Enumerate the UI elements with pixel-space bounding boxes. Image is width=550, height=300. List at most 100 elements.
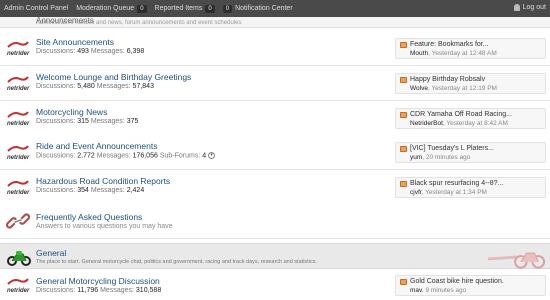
last-post-title[interactable]: Happy Birthday Robsalv xyxy=(410,76,485,83)
moderation-queue-link[interactable]: Moderation Queue 0 xyxy=(76,4,147,13)
svg-text:netrider: netrider xyxy=(7,288,30,294)
last-post-box[interactable]: Gold Coast bike hire question. mav, 9 mi… xyxy=(395,275,546,296)
last-post-user[interactable]: yum xyxy=(410,154,422,161)
last-post-user[interactable]: cjvfr xyxy=(410,189,422,196)
last-post-user[interactable]: Wolve xyxy=(410,85,428,92)
netrider-logo-icon: netrider xyxy=(7,76,30,92)
last-post-box[interactable]: [VIC] Tuesday's L Platers... yum, 20 minu… xyxy=(395,142,546,163)
messages-label: Messages: xyxy=(90,48,125,55)
thread-icon xyxy=(400,181,407,187)
forum-title[interactable]: Motorcycling News xyxy=(36,107,107,117)
faq-desc: Answers to various questions you may hav… xyxy=(36,223,173,230)
discussions-count: 493 xyxy=(77,48,89,55)
notification-center-label: Notification Center xyxy=(235,4,293,12)
faq-title[interactable]: Frequently Asked Questions xyxy=(36,212,142,222)
messages-count: 2,424 xyxy=(126,187,145,194)
last-post-title[interactable]: CDR Yamaha Off Road Racing... xyxy=(410,111,512,118)
admin-bar: Admin Control Panel Moderation Queue 0 Re… xyxy=(0,0,550,17)
last-post-meta: cjvfr, Yesterday at 1:34 PM xyxy=(410,189,487,196)
last-post-title[interactable]: Black spur resurfacing 4--8?... xyxy=(410,180,503,187)
last-post-time: Yesterday at 12:48 AM xyxy=(431,50,497,57)
last-post-meta: Wolve, Yesterday at 12:19 PM xyxy=(410,85,497,92)
thread-icon xyxy=(400,279,407,285)
category-general: General The place to start. General moto… xyxy=(0,243,550,269)
forum-node-general-motorcycling: netrider General Motorcycling Discussion… xyxy=(0,270,550,300)
reported-items-count: 0 xyxy=(205,4,215,13)
last-post-user[interactable]: mav xyxy=(410,287,422,294)
svg-text:netrider: netrider xyxy=(7,155,30,161)
discussions-count: 2,772 xyxy=(77,152,95,160)
category-desc: The place to start. General motorcycle c… xyxy=(36,259,317,265)
last-post-time: 20 minutes ago xyxy=(425,154,471,161)
thread-icon xyxy=(400,112,407,118)
messages-count: 310,588 xyxy=(135,287,162,294)
forum-title[interactable]: Ride and Event Announcements xyxy=(36,141,157,151)
forum-node: netrider Welcome Lounge and Birthday Gree… xyxy=(0,66,550,101)
last-post-meta: Mouth, Yesterday at 12:48 AM xyxy=(410,50,497,57)
discussions-label: Discussions: xyxy=(36,118,76,125)
discussions-count: 5,480 xyxy=(77,83,95,90)
svg-text:netrider: netrider xyxy=(7,86,30,92)
subforums-label: Sub-Forums: xyxy=(159,152,201,160)
forum-title[interactable]: Hazardous Road Condition Reports xyxy=(36,176,170,186)
forum-title[interactable]: General Motorcycling Discussion xyxy=(36,276,160,286)
forum-stats: Discussions: 493 Messages: 6,398 xyxy=(36,48,144,55)
discussions-label: Discussions: xyxy=(36,83,76,90)
notification-center-count: 0 xyxy=(222,4,233,13)
svg-text:netrider: netrider xyxy=(7,121,30,127)
logout-link[interactable]: Log out xyxy=(513,4,546,11)
thread-icon xyxy=(400,42,407,48)
messages-count: 176,056 xyxy=(132,152,158,160)
thread-icon xyxy=(400,146,407,152)
discussions-count: 315 xyxy=(77,118,89,125)
announcements-title[interactable]: Announcements xyxy=(36,16,94,25)
discussions-count: 11,796 xyxy=(77,287,99,294)
messages-count: 375 xyxy=(126,118,139,125)
messages-count: 6,398 xyxy=(126,48,145,55)
last-post-title[interactable]: [VIC] Tuesday's L Platers... xyxy=(410,145,494,152)
discussions-label: Discussions: xyxy=(36,187,76,194)
netrider-logo-icon: netrider xyxy=(7,278,30,294)
last-post-box[interactable]: Happy Birthday Robsalv Wolve, Yesterday a… xyxy=(395,73,546,94)
reported-items-link[interactable]: Reported Items 0 xyxy=(155,4,215,13)
category-title[interactable]: General xyxy=(36,248,66,258)
last-post-box[interactable]: Feature: Bookmarks for... Mouth, Yesterda… xyxy=(395,38,546,59)
logout-label: Log out xyxy=(522,4,546,11)
last-post-meta: NetriderBot, Yesterday at 8:42 AM xyxy=(410,120,508,127)
svg-text:netrider: netrider xyxy=(7,51,30,57)
last-post-time: Yesterday at 1:34 PM xyxy=(425,189,487,196)
green-motorcycle-icon xyxy=(7,251,31,266)
last-post-user[interactable]: NetriderBot xyxy=(410,120,443,127)
last-post-title[interactable]: Feature: Bookmarks for... xyxy=(410,41,489,48)
discussions-label: Discussions: xyxy=(36,152,76,160)
category-banner-motorcycle-icon xyxy=(488,252,546,269)
last-post-time: Yesterday at 8:42 AM xyxy=(446,120,508,127)
discussions-label: Discussions: xyxy=(36,48,76,55)
expand-subforums-icon[interactable]: ▾ xyxy=(208,152,216,159)
admin-control-panel-link[interactable]: Admin Control Panel xyxy=(4,5,68,12)
messages-label: Messages: xyxy=(90,118,125,125)
last-post-box[interactable]: CDR Yamaha Off Road Racing... NetriderBot… xyxy=(395,108,546,129)
svg-text:netrider: netrider xyxy=(7,190,30,196)
messages-label: Messages: xyxy=(96,83,131,90)
forum-stats: Discussions: 315 Messages: 375 xyxy=(36,118,138,125)
subforums-count: 4 xyxy=(202,152,207,160)
last-post-title[interactable]: Gold Coast bike hire question. xyxy=(410,278,504,285)
messages-label: Messages: xyxy=(96,152,131,160)
forum-title[interactable]: Site Announcements xyxy=(36,37,114,47)
last-post-box[interactable]: Black spur resurfacing 4--8?... cjvfr, Ye… xyxy=(395,177,546,198)
link-icon xyxy=(6,213,30,229)
forum-node: netrider Motorcycling News Discussions: 31… xyxy=(0,101,550,136)
last-post-user[interactable]: Mouth xyxy=(410,50,428,57)
discussions-label: Discussions: xyxy=(36,287,76,294)
user-icon xyxy=(513,4,520,11)
notification-center-link[interactable]: 0 Notification Center xyxy=(222,4,293,13)
forum-stats: Discussions: 354 Messages: 2,424 xyxy=(36,187,144,194)
netrider-logo-icon: netrider xyxy=(7,180,30,196)
moderation-queue-label: Moderation Queue xyxy=(76,4,135,12)
moderation-queue-count: 0 xyxy=(137,4,147,13)
forum-title[interactable]: Welcome Lounge and Birthday Greetings xyxy=(36,72,191,82)
forum-node: netrider Ride and Event Announcements Disc… xyxy=(0,135,550,170)
messages-label: Messages: xyxy=(90,187,125,194)
forum-stats: Discussions: 2,772 Messages: 176,056 Sub… xyxy=(36,152,216,160)
